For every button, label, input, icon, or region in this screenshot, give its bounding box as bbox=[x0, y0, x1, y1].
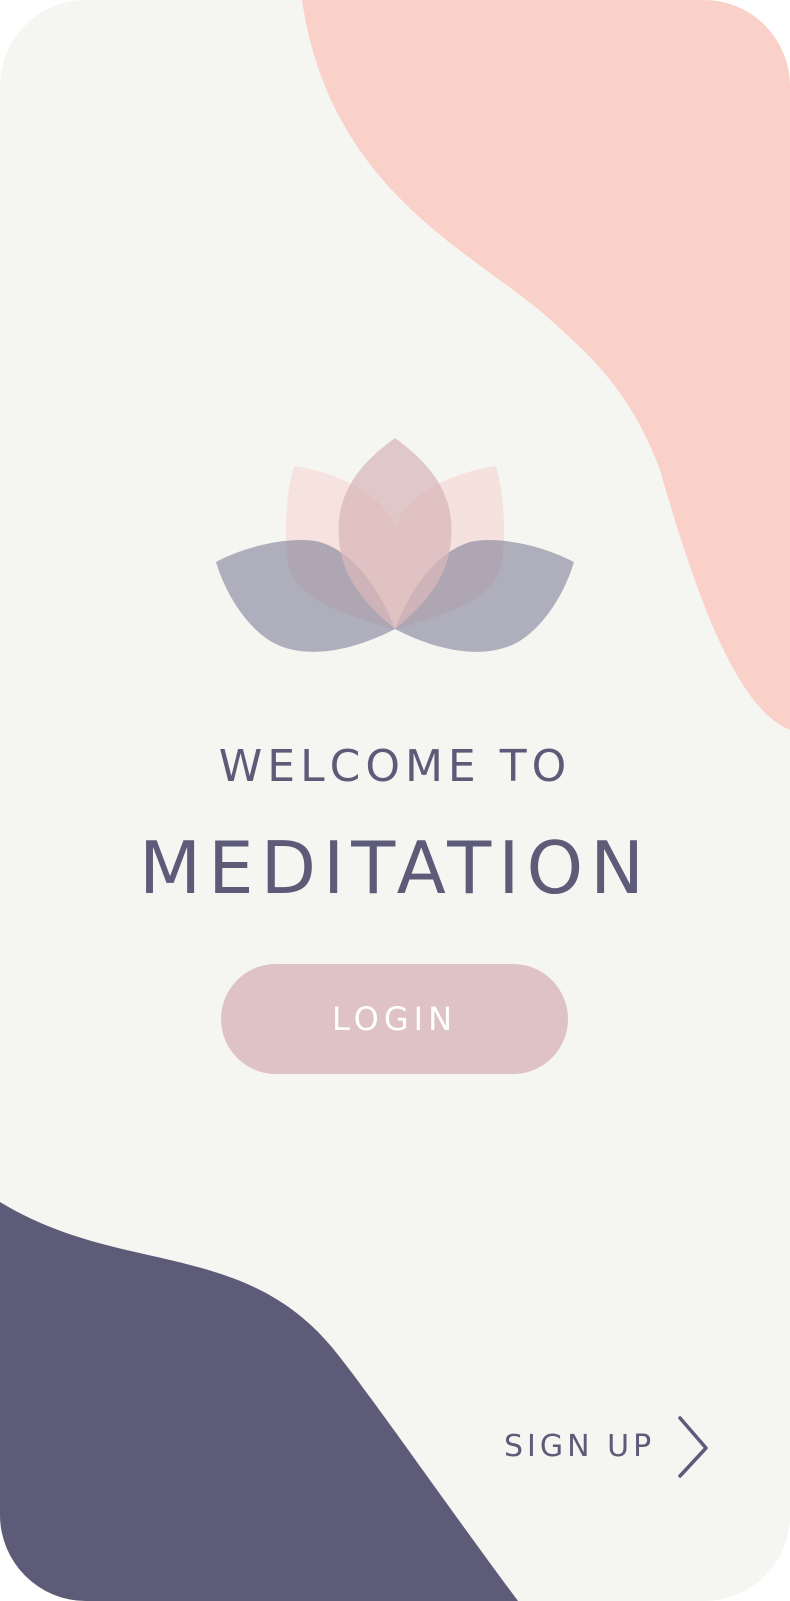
signup-label: SIGN UP bbox=[504, 1428, 656, 1464]
login-button[interactable]: LOGIN bbox=[221, 964, 568, 1074]
lotus-flower-icon bbox=[216, 438, 574, 652]
chevron-right-icon bbox=[678, 1416, 708, 1478]
navy-blob-decoration bbox=[0, 1202, 518, 1601]
app-title: MEDITATION bbox=[138, 826, 652, 910]
signup-link[interactable]: SIGN UP bbox=[504, 1414, 724, 1478]
welcome-heading: WELCOME TO bbox=[218, 741, 572, 792]
welcome-screen: WELCOME TO MEDITATION LOGIN SIGN UP bbox=[0, 0, 790, 1601]
